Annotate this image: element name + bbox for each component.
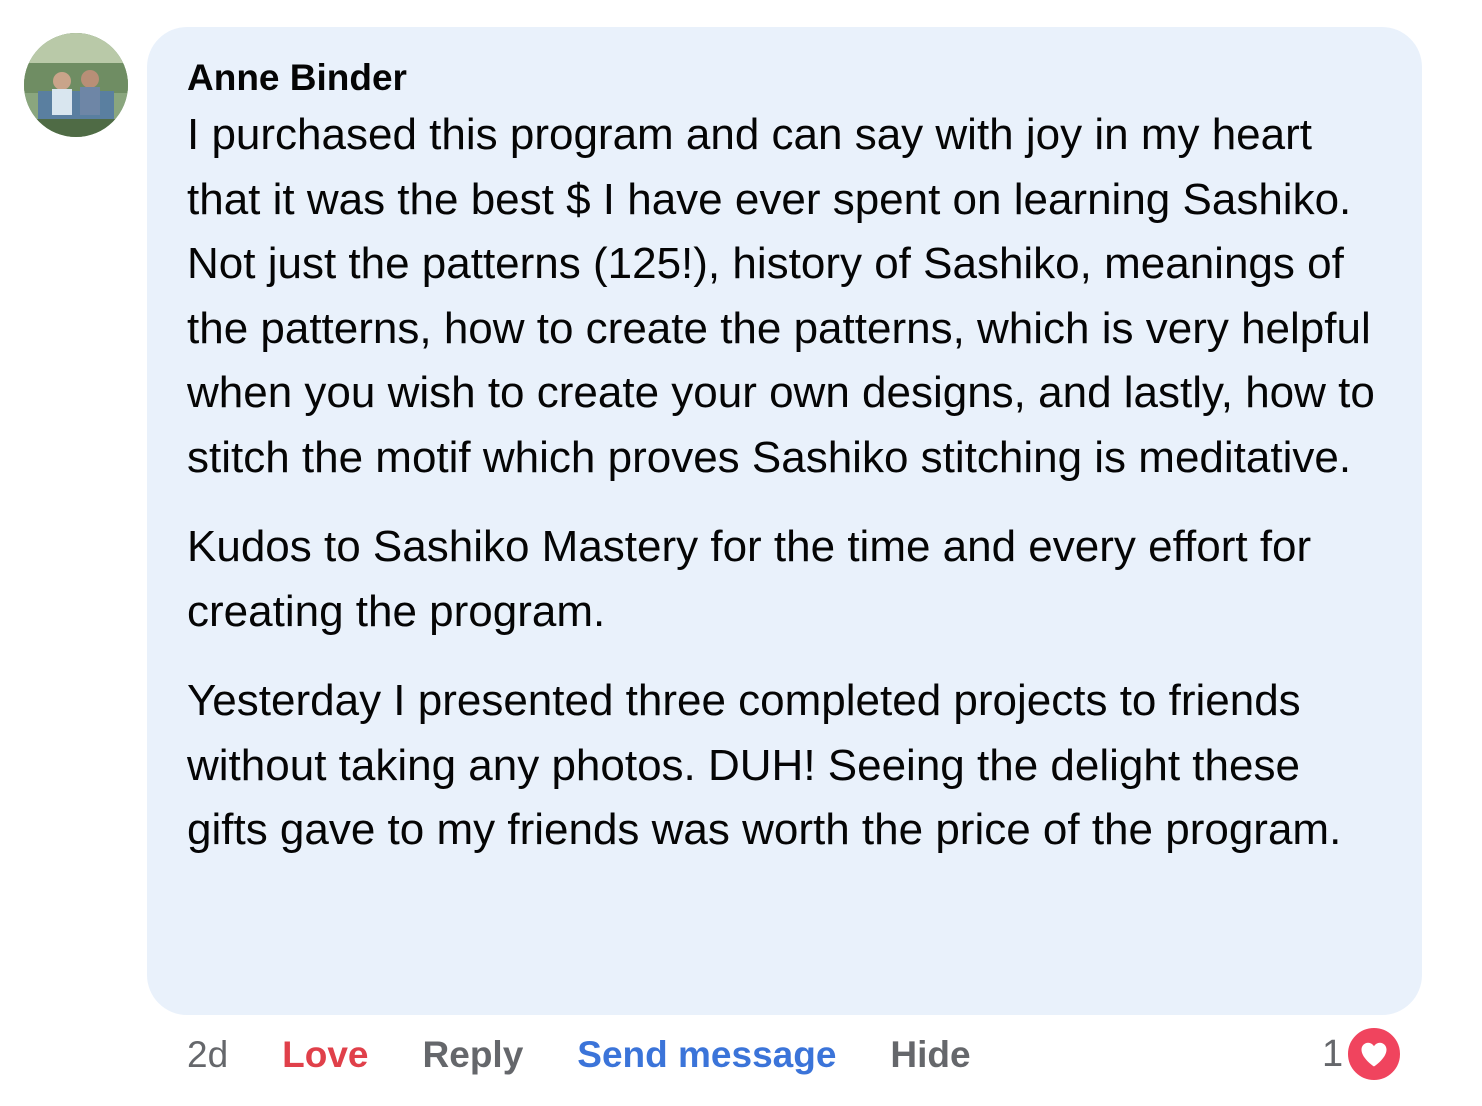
love-button[interactable]: Love [282,1030,368,1080]
comment-paragraph-1: I purchased this program and can say wit… [187,110,1375,482]
avatar-photo [24,33,128,137]
comment-actions: 2d Love Reply Send message Hide [187,1030,971,1080]
hide-button[interactable]: Hide [890,1030,970,1080]
comment-timestamp[interactable]: 2d [187,1030,228,1080]
reaction-count: 1 [1322,1033,1344,1075]
avatar[interactable] [24,33,128,137]
reaction-summary[interactable]: 1 [1322,1024,1404,1084]
reply-button[interactable]: Reply [423,1030,524,1080]
send-message-button[interactable]: Send message [577,1030,836,1080]
comment-paragraph-3: Yesterday I presented three completed pr… [187,676,1342,854]
comment-container: Anne Binder I purchased this program and… [0,0,1482,1106]
heart-icon [1345,1025,1404,1083]
comment-paragraph-2: Kudos to Sashiko Mastery for the time an… [187,522,1312,636]
comment-author[interactable]: Anne Binder [187,53,1382,103]
comment-bubble: Anne Binder I purchased this program and… [147,27,1422,1015]
